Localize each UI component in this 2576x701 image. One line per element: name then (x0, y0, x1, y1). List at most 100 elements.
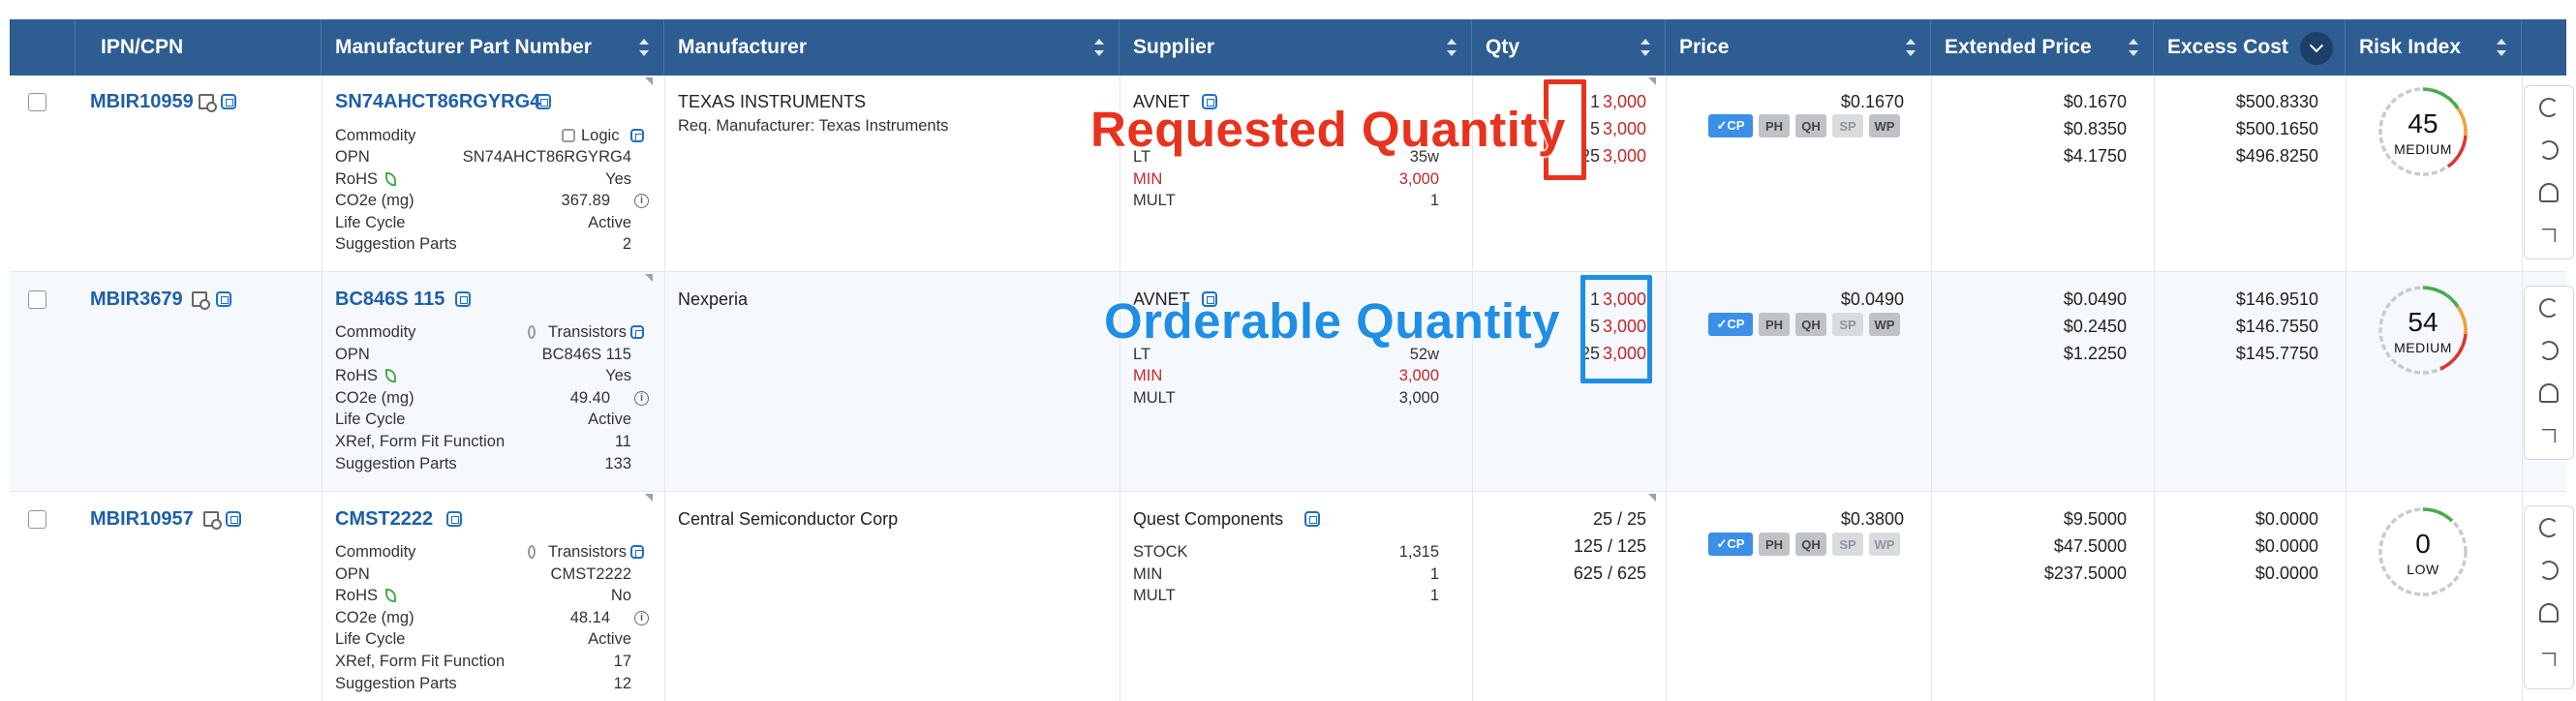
badge-ph[interactable]: PH (1759, 313, 1790, 336)
badge-wp[interactable]: WP (1869, 114, 1900, 137)
mpn-link[interactable]: SN74AHCT86RGYRG4 (335, 91, 540, 112)
extended-price: $0.2450 (2063, 317, 2127, 336)
row-checkbox[interactable] (28, 93, 46, 111)
ipn-link[interactable]: MBIR10959 (90, 91, 194, 112)
cube-icon[interactable] (446, 511, 462, 527)
expand-icon[interactable] (2542, 429, 2556, 442)
row-checkbox[interactable] (28, 510, 46, 529)
attr-label: Life Cycle (335, 630, 406, 648)
header-label: Supplier (1133, 36, 1215, 58)
refresh-icon[interactable] (2539, 98, 2559, 117)
bell-icon[interactable] (2539, 183, 2559, 202)
badge-cp[interactable]: ✓CP (1708, 533, 1753, 556)
sort-icon[interactable] (2496, 39, 2507, 56)
header-supplier[interactable]: Supplier (1119, 19, 1472, 76)
header-price[interactable]: Price (1666, 19, 1931, 76)
cube-icon[interactable] (630, 129, 644, 142)
requested-quantity-annotation: Requested Quantity (1089, 101, 1566, 158)
attr-label: OPN (335, 346, 370, 363)
header-excess-cost[interactable]: Excess Cost (2154, 19, 2346, 76)
chevron-down-icon[interactable] (2300, 32, 2333, 65)
bell-icon[interactable] (2539, 603, 2559, 623)
excess-cost: $496.8250 (2235, 146, 2318, 166)
supplier-name: Quest Components (1133, 509, 1284, 529)
cube-icon[interactable] (455, 291, 471, 307)
document-search-icon[interactable] (199, 94, 217, 112)
badge-sp[interactable]: SP (1832, 313, 1863, 336)
mpn-link[interactable]: CMST2222 (335, 508, 433, 530)
cube-icon[interactable] (226, 511, 241, 527)
badge-ph[interactable]: PH (1759, 533, 1790, 556)
attr-value: Active (588, 411, 631, 428)
badge-sp[interactable]: SP (1832, 114, 1863, 137)
excess-cost: $500.1650 (2235, 119, 2318, 138)
expand-icon[interactable] (2542, 653, 2556, 666)
header-mpn[interactable]: Manufacturer Part Number (322, 19, 664, 76)
cube-icon[interactable] (536, 94, 551, 109)
header-extended-price[interactable]: Extended Price (1931, 19, 2154, 76)
corner-marker-icon (1648, 77, 1656, 85)
header-select-cell (10, 19, 76, 76)
expand-icon[interactable] (2542, 229, 2556, 242)
excess-cost: $0.0000 (2254, 509, 2318, 529)
mpn-link[interactable]: BC846S 115 (335, 289, 445, 310)
unit-price: $0.1670 (1840, 92, 1904, 111)
supplier-attr-label: MULT (1133, 389, 1176, 407)
supplier-attr-value: 1 (1429, 192, 1439, 209)
manufacturer-name: TEXAS INSTRUMENTS (678, 92, 867, 111)
table-header: IPN/CPN Manufacturer Part Number Manufac… (10, 19, 2566, 76)
leaf-icon (385, 369, 396, 382)
attr-label: RoHS (335, 170, 379, 188)
history-icon[interactable] (2539, 341, 2559, 360)
risk-level: MEDIUM (2394, 141, 2452, 157)
cube-icon[interactable] (630, 545, 644, 559)
supplier-attr-value: 3,000 (1398, 367, 1439, 384)
attr-label: Life Cycle (335, 411, 406, 428)
header-manufacturer[interactable]: Manufacturer (664, 19, 1119, 76)
corner-marker-icon (645, 77, 653, 85)
header-qty[interactable]: Qty (1472, 19, 1666, 76)
badge-qh[interactable]: QH (1795, 533, 1826, 556)
chip-icon (562, 129, 575, 142)
cube-icon[interactable] (630, 325, 644, 339)
sort-icon[interactable] (2128, 39, 2139, 56)
sort-icon[interactable] (1905, 39, 1917, 56)
refresh-icon[interactable] (2539, 518, 2559, 537)
header-ipn[interactable]: IPN/CPN (76, 19, 322, 76)
header-risk-index[interactable]: Risk Index (2346, 19, 2522, 76)
badge-ph[interactable]: PH (1759, 114, 1790, 137)
info-icon[interactable]: i (634, 194, 649, 208)
cube-icon[interactable] (216, 291, 231, 307)
attr-label: CO2e (mg) (335, 389, 414, 407)
sort-icon[interactable] (638, 39, 650, 56)
info-icon[interactable]: i (634, 611, 649, 625)
cube-icon[interactable] (1304, 511, 1320, 527)
sort-icon[interactable] (1640, 39, 1651, 56)
badge-wp[interactable]: WP (1869, 313, 1900, 336)
badge-sp[interactable]: SP (1832, 533, 1863, 556)
badge-qh[interactable]: QH (1795, 114, 1826, 137)
badge-qh[interactable]: QH (1795, 313, 1826, 336)
header-label: Risk Index (2359, 36, 2462, 58)
row-checkbox[interactable] (28, 290, 46, 309)
badge-cp[interactable]: ✓CP (1708, 114, 1753, 137)
corner-marker-icon (1648, 494, 1656, 502)
sort-icon[interactable] (1093, 39, 1105, 56)
ipn-link[interactable]: MBIR3679 (90, 289, 183, 310)
history-icon[interactable] (2539, 561, 2559, 580)
refresh-icon[interactable] (2539, 298, 2559, 318)
cube-icon[interactable] (221, 94, 236, 109)
corner-marker-icon (645, 494, 653, 502)
info-icon[interactable]: i (634, 391, 649, 406)
sort-icon[interactable] (1446, 39, 1457, 56)
document-search-icon[interactable] (192, 291, 210, 310)
ipn-link[interactable]: MBIR10957 (90, 508, 194, 530)
qty-requested: 1 (1589, 92, 1600, 111)
history-icon[interactable] (2539, 140, 2559, 160)
bell-icon[interactable] (2539, 383, 2559, 403)
supplier-attr-value: 3,000 (1398, 389, 1439, 407)
qty-requested: 5 (1589, 119, 1600, 138)
badge-cp[interactable]: ✓CP (1708, 313, 1753, 336)
badge-wp[interactable]: WP (1869, 533, 1900, 556)
document-search-icon[interactable] (203, 511, 222, 530)
